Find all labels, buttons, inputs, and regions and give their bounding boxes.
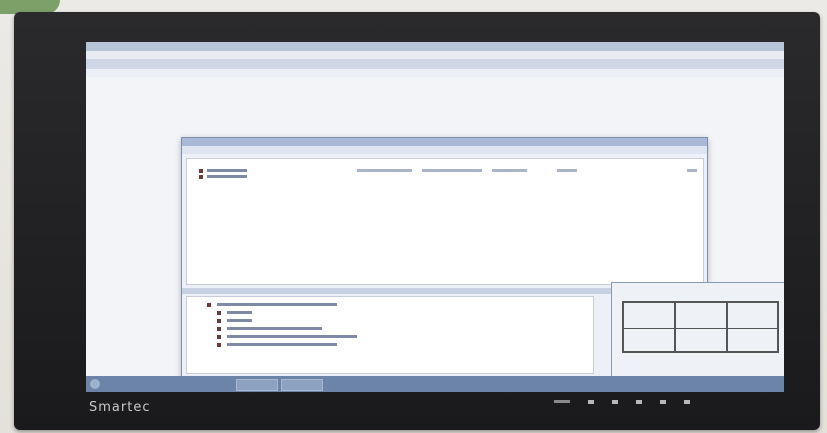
dialog-titlebar[interactable] xyxy=(182,138,707,146)
monitor-screen xyxy=(86,42,784,392)
dialog-list xyxy=(186,158,704,285)
source-button[interactable] xyxy=(660,400,666,404)
background-app-menubar xyxy=(86,51,784,59)
grid-cell[interactable] xyxy=(727,302,778,329)
tree-item[interactable] xyxy=(227,343,337,346)
table-cell xyxy=(422,169,482,172)
list-item[interactable] xyxy=(207,169,247,172)
up-button[interactable] xyxy=(612,400,618,404)
grid-cell[interactable] xyxy=(675,328,727,352)
grid-cell[interactable] xyxy=(675,302,727,329)
monitor-buttons xyxy=(554,400,690,404)
tree-node-icon xyxy=(217,327,221,331)
grid-cell[interactable] xyxy=(727,328,778,352)
monitor-bezel: Smartec xyxy=(14,12,820,430)
tree-item[interactable] xyxy=(227,327,322,330)
tree-item[interactable] xyxy=(227,319,252,322)
menu-button[interactable] xyxy=(588,400,594,404)
layout-grid xyxy=(622,301,779,353)
row-icon xyxy=(199,175,203,179)
dialog-toolbar xyxy=(182,146,707,154)
tree-node-icon xyxy=(217,343,221,347)
start-button[interactable] xyxy=(90,379,100,389)
taskbar-button[interactable] xyxy=(281,379,323,391)
grid-cell[interactable] xyxy=(623,328,675,352)
list-item[interactable] xyxy=(207,175,247,178)
tree-node-icon xyxy=(217,311,221,315)
power-button[interactable] xyxy=(684,400,690,404)
tree-node-icon xyxy=(217,319,221,323)
tree-item[interactable] xyxy=(227,335,357,338)
taskbar-button[interactable] xyxy=(236,379,278,391)
power-led xyxy=(554,400,570,403)
right-pane xyxy=(611,282,784,379)
brand-logo: Smartec xyxy=(89,400,151,415)
down-button[interactable] xyxy=(636,400,642,404)
row-icon xyxy=(199,169,203,173)
tree-item[interactable] xyxy=(227,311,252,314)
tree-node-icon xyxy=(217,335,221,339)
tree-item[interactable] xyxy=(217,303,337,306)
dialog-tree xyxy=(186,296,594,374)
tree-node-icon xyxy=(207,303,211,307)
table-cell xyxy=(557,169,577,172)
table-cell xyxy=(357,169,412,172)
background-app-titlebar xyxy=(86,42,784,51)
table-cell xyxy=(492,169,527,172)
taskbar xyxy=(86,376,784,392)
background-app-toolbar xyxy=(86,59,784,69)
table-cell xyxy=(687,169,697,172)
grid-cell[interactable] xyxy=(623,302,675,329)
background-app-header xyxy=(86,69,784,77)
